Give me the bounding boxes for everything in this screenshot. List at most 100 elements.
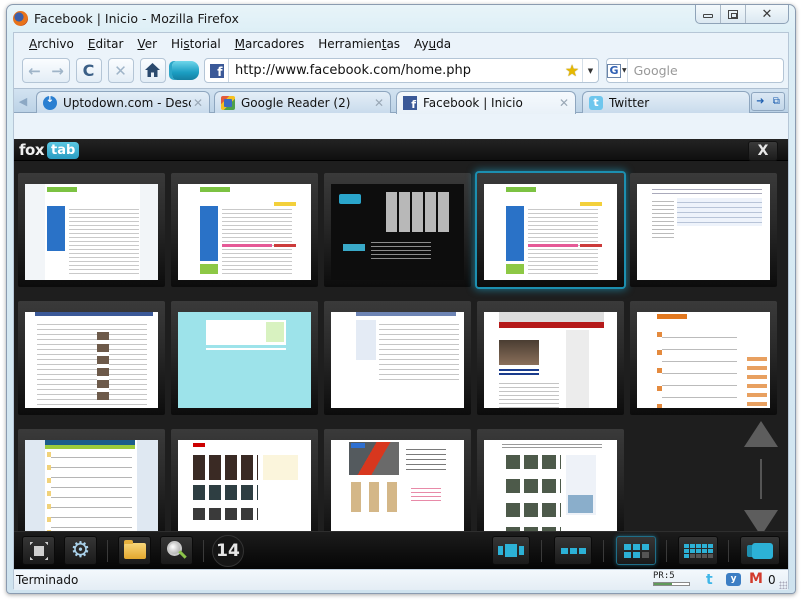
thumbnail-meneame[interactable] xyxy=(630,301,777,415)
magnifier-icon xyxy=(166,540,187,561)
thumbnail-youtube[interactable] xyxy=(171,429,318,543)
view-row-button[interactable] xyxy=(554,536,592,565)
thumbnail-preview xyxy=(484,312,617,408)
menu-herramientas[interactable]: Herramientas xyxy=(311,37,407,51)
grid-view-icon xyxy=(623,543,649,558)
thumbnail-flickr[interactable] xyxy=(324,429,471,543)
menu-editar[interactable]: Editar xyxy=(81,37,131,51)
view-grid-button[interactable] xyxy=(616,536,656,565)
search-engine-selector[interactable]: G ▼ xyxy=(607,59,628,82)
gmail-unread-count: 0 xyxy=(768,573,776,587)
thumbnail-uptodown-3[interactable] xyxy=(477,173,624,287)
tab-uptodown[interactable]: Uptodown.com - Desca... ✕ xyxy=(36,91,210,113)
tab-facebook[interactable]: f Facebook | Inicio ✕ xyxy=(396,91,576,114)
back-forward-group: ← → xyxy=(22,58,70,83)
reload-icon: C xyxy=(82,61,95,80)
thumbnail-picasa[interactable] xyxy=(477,429,624,543)
gmail-icon[interactable]: M xyxy=(749,572,763,587)
facebook-icon: f xyxy=(209,63,224,78)
thumbnail-preview xyxy=(25,440,158,536)
search-input[interactable] xyxy=(627,63,790,78)
scroll-up-arrow-button[interactable] xyxy=(744,421,778,447)
maximize-button[interactable] xyxy=(721,5,746,23)
view-carousel-button[interactable] xyxy=(492,536,530,565)
thumbnail-preview xyxy=(637,312,770,408)
thumbnail-uptodown-1[interactable] xyxy=(18,173,165,287)
menu-ver[interactable]: Ver xyxy=(130,37,164,51)
tab-bar: ◀ Uptodown.com - Desca... ✕ Google Reade… xyxy=(14,88,788,114)
thumbnail-facebook-2[interactable] xyxy=(324,301,471,415)
scroll-tabs-right-button[interactable]: ➜ xyxy=(756,96,764,107)
tab-label: Twitter xyxy=(609,95,650,110)
yoono-status-icon[interactable]: y xyxy=(726,573,741,586)
resize-grip-icon[interactable] xyxy=(779,581,787,589)
reload-button[interactable]: C xyxy=(76,58,102,83)
thumbnail-twitter[interactable] xyxy=(171,301,318,415)
bookmark-star-icon[interactable]: ★ xyxy=(562,61,582,80)
tab-close-icon[interactable]: ✕ xyxy=(372,96,386,110)
thumbnail-yahoo-answers[interactable] xyxy=(18,429,165,543)
minimize-button[interactable] xyxy=(696,5,721,23)
tab-close-icon[interactable]: ✕ xyxy=(557,96,571,110)
tab-close-icon[interactable]: ✕ xyxy=(191,96,205,110)
menu-marcadores[interactable]: Marcadores xyxy=(228,37,312,51)
open-folder-button[interactable] xyxy=(118,536,151,565)
open-tab-count-badge: 14 xyxy=(212,535,244,567)
google-reader-icon xyxy=(221,95,235,110)
row-view-icon xyxy=(560,547,586,554)
google-icon: G xyxy=(607,63,621,78)
menu-ayuda[interactable]: Ayuda xyxy=(407,37,458,51)
thumbnail-grid xyxy=(18,173,777,553)
close-button[interactable]: ✕ xyxy=(746,5,788,23)
fullscreen-button[interactable] xyxy=(22,536,55,565)
toolbar-divider xyxy=(203,540,204,562)
thumbnail-facebook-1[interactable] xyxy=(18,301,165,415)
minimize-icon xyxy=(703,14,713,18)
url-bar[interactable]: f http://www.facebook.com/home.php ★ ▼ xyxy=(204,58,599,83)
maximize-icon xyxy=(728,9,738,19)
view-stack-button[interactable] xyxy=(740,536,780,565)
back-button[interactable]: ← xyxy=(23,59,46,82)
url-history-dropdown[interactable]: ▼ xyxy=(582,59,598,82)
pagerank-widget[interactable]: PR:5 xyxy=(651,571,691,589)
view-wall-button[interactable] xyxy=(678,536,718,565)
thumbnail-google-reader[interactable] xyxy=(630,173,777,287)
scroll-track[interactable] xyxy=(760,459,762,499)
thumbnail-preview xyxy=(637,184,770,280)
settings-button[interactable]: ⚙ xyxy=(64,536,97,565)
chevron-down-icon: ▼ xyxy=(622,67,627,74)
fullscreen-icon xyxy=(29,541,48,560)
tab-google-reader[interactable]: Google Reader (2) ✕ xyxy=(214,91,391,113)
status-text: Terminado xyxy=(16,573,79,587)
pagerank-label: PR:5 xyxy=(653,571,675,581)
url-input[interactable]: http://www.facebook.com/home.php xyxy=(229,63,562,78)
tab-label: Uptodown.com - Desca... xyxy=(63,95,191,110)
uptodown-icon xyxy=(43,94,57,110)
firefox-window: Facebook | Inicio - Mozilla Firefox ✕ Ar… xyxy=(6,4,796,594)
toolbar-divider xyxy=(107,540,108,562)
home-button[interactable] xyxy=(140,58,166,83)
forward-button[interactable]: → xyxy=(46,59,69,82)
twitter-status-icon[interactable]: t xyxy=(706,573,718,587)
menu-archivo[interactable]: Archivo xyxy=(22,37,81,51)
list-all-tabs-button[interactable]: ⧉ xyxy=(773,96,780,107)
search-button[interactable] xyxy=(160,536,193,565)
menu-historial[interactable]: Historial xyxy=(164,37,228,51)
tab-label: Google Reader (2) xyxy=(241,95,351,110)
thumbnail-uptodown-2[interactable] xyxy=(171,173,318,287)
foxtab-header: fox tab X xyxy=(14,139,788,161)
toolbar-divider xyxy=(728,540,729,562)
foxtab-toolbar-button[interactable] xyxy=(172,61,199,80)
tab-scroll-left-button[interactable]: ◀ xyxy=(16,93,30,109)
foxtab-logo-fox: fox xyxy=(19,141,45,159)
site-identity-button[interactable]: f xyxy=(205,59,229,82)
thumbnail-foxtab[interactable] xyxy=(324,173,471,287)
carousel-view-icon xyxy=(498,544,524,557)
thumbnail-elmundo[interactable] xyxy=(477,301,624,415)
thumbnail-preview xyxy=(331,184,464,280)
foxtab-close-button[interactable]: X xyxy=(748,141,778,161)
browser-client: Archivo Editar Ver Historial Marcadores … xyxy=(13,32,790,590)
tab-twitter[interactable]: t Twitter xyxy=(582,91,750,113)
pagerank-bar xyxy=(653,582,690,586)
stop-button[interactable]: ✕ xyxy=(108,58,134,83)
